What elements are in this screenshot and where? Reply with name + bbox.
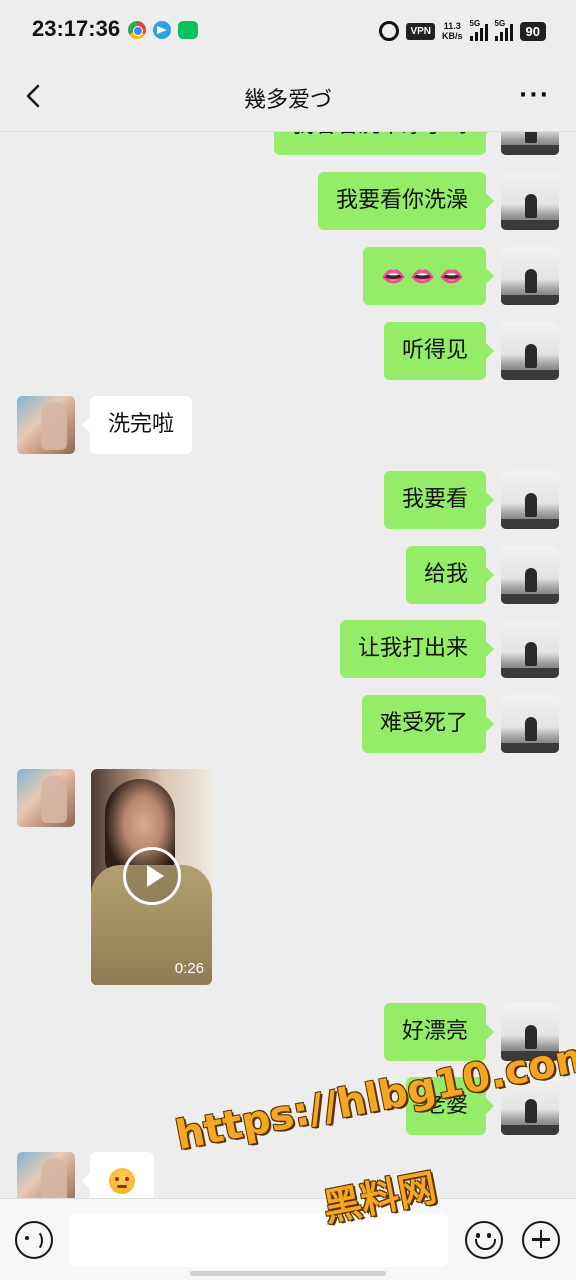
message-bubble-contact[interactable]: 洗完啦 xyxy=(81,396,193,454)
avatar-me[interactable] xyxy=(501,695,559,753)
chat-title: 幾多爱づ xyxy=(243,88,332,113)
chrome-icon xyxy=(128,21,146,39)
avatar-contact[interactable] xyxy=(17,769,75,827)
signal-label-2: 5G xyxy=(494,19,506,28)
status-bar: 23:17:36 VPN 11.3 KB/s 5G 5G 90 xyxy=(0,0,576,60)
network-speed: 11.3 KB/s xyxy=(442,21,463,41)
avatar-me[interactable] xyxy=(501,620,559,678)
telegram-icon xyxy=(153,21,171,39)
emoji-icon[interactable] xyxy=(465,1221,503,1259)
message-bubble-me[interactable]: 我要看你洗澡 xyxy=(317,172,495,230)
avatar-me[interactable] xyxy=(501,471,559,529)
avatar-me[interactable] xyxy=(501,322,559,380)
signal-icon-1: 5G xyxy=(469,19,488,41)
plus-icon[interactable] xyxy=(522,1221,560,1259)
message-bubble-me[interactable]: 难受死了 xyxy=(361,695,495,753)
message-list[interactable]: 我看看洗干净了吗 我要看你洗澡 👄👄👄 听得见 洗完啦 我要看 给我 让我打出来… xyxy=(0,132,576,1198)
network-speed-value: 11.3 xyxy=(443,21,461,31)
input-bar xyxy=(0,1198,576,1280)
signal-label-1: 5G xyxy=(469,19,481,28)
voice-icon[interactable] xyxy=(15,1221,53,1259)
avatar-me[interactable] xyxy=(501,546,559,604)
avatar-contact[interactable] xyxy=(17,396,75,454)
wechat-icon xyxy=(178,21,198,39)
message-bubble-me[interactable]: 给我 xyxy=(405,546,495,604)
video-duration: 0:26 xyxy=(174,960,204,977)
flushed-face-icon xyxy=(109,1168,135,1194)
signal-icon-2: 5G xyxy=(494,19,513,41)
video-message[interactable]: 0:26 xyxy=(91,769,212,985)
chat-header: 幾多爱づ ··· xyxy=(0,60,576,132)
vpn-badge: VPN xyxy=(406,22,436,40)
message-bubble-me[interactable]: 听得见 xyxy=(383,322,495,380)
message-bubble-me[interactable]: 我要看 xyxy=(383,471,495,529)
message-bubble-me[interactable]: 好漂亮 xyxy=(383,1003,495,1061)
message-bubble-me[interactable]: 我看看洗干净了吗 xyxy=(273,132,495,155)
avatar-me[interactable] xyxy=(501,132,559,155)
message-bubble-me[interactable]: 让我打出来 xyxy=(339,620,495,678)
avatar-me[interactable] xyxy=(501,247,559,305)
message-input[interactable] xyxy=(70,1213,448,1267)
battery-indicator: 90 xyxy=(519,21,546,41)
avatar-contact[interactable] xyxy=(17,1152,75,1198)
network-speed-unit: KB/s xyxy=(442,31,463,41)
avatar-me[interactable] xyxy=(501,172,559,230)
more-dots-icon[interactable]: ··· xyxy=(519,85,550,107)
status-time: 23:17:36 xyxy=(32,16,121,41)
home-indicator[interactable] xyxy=(190,1271,386,1276)
message-bubble-me[interactable]: 👄👄👄 xyxy=(363,247,494,305)
message-bubble-contact[interactable] xyxy=(82,1152,154,1198)
play-icon[interactable] xyxy=(123,847,181,905)
status-indicators: VPN 11.3 KB/s 5G 5G 90 xyxy=(379,18,546,44)
alarm-icon xyxy=(379,21,400,41)
